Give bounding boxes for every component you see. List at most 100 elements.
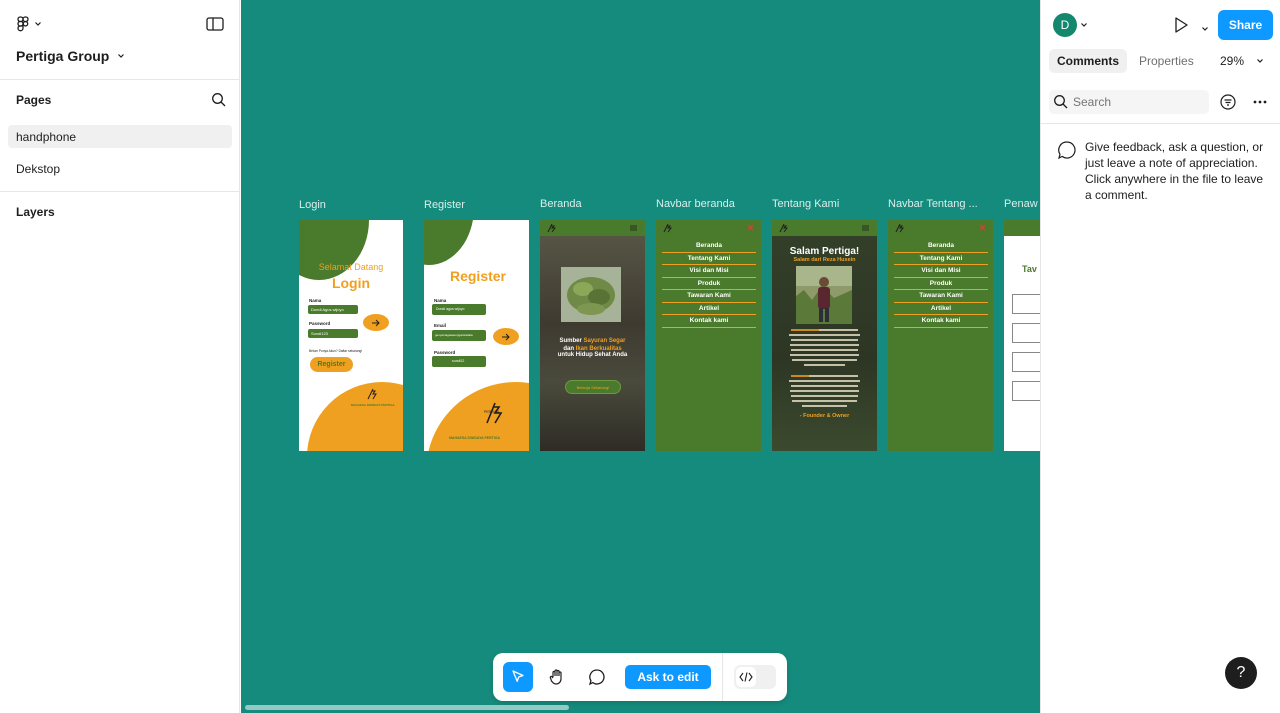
zoom-dropdown[interactable]: 29% [1220, 54, 1264, 68]
chevron-down-icon [1081, 23, 1087, 27]
frame-title-penawaran[interactable]: Penaw [1004, 198, 1038, 210]
frame-title-beranda[interactable]: Beranda [540, 198, 582, 210]
register-submit-button[interactable] [493, 328, 519, 345]
left-panel: Pertiga Group Pages handphone Dekstop La… [0, 0, 240, 713]
dev-mode-knob [736, 667, 756, 687]
frame-penawaran[interactable]: Tav [1004, 220, 1040, 451]
frame-navbar-beranda[interactable]: Beranda Tentang Kami Visi dan Misi Produk Ta… [656, 220, 761, 451]
hand-tool-button[interactable] [542, 662, 572, 692]
navbar-menu-item[interactable]: Produk [662, 278, 756, 290]
password-input[interactable]: sundi12 [432, 356, 486, 367]
name-label: Nama [434, 298, 447, 303]
register-button[interactable]: Register [310, 357, 353, 372]
present-button[interactable] [1173, 16, 1189, 39]
pages-heading: Pages [16, 93, 52, 107]
frame-register[interactable]: Register Nama Dondi agus wijoyo Email ge… [424, 220, 529, 451]
divider [1041, 123, 1280, 124]
page-item-dekstop[interactable]: Dekstop [8, 157, 232, 180]
navbar-menu: Beranda Tentang Kami Visi dan Misi Produk Ta… [894, 240, 988, 328]
navbar-menu-item[interactable]: Kontak kami [894, 315, 988, 328]
horizontal-scrollbar[interactable] [245, 705, 569, 710]
hamburger-icon[interactable] [862, 225, 869, 231]
comment-icon [588, 669, 605, 686]
pertiga-logo-icon [895, 223, 904, 233]
name-input[interactable]: Dondi Agus wijoyo [308, 305, 358, 314]
arrow-right-icon [372, 319, 380, 326]
frame-title-navbar-beranda[interactable]: Navbar beranda [656, 198, 735, 210]
user-menu-button[interactable]: D [1053, 13, 1088, 37]
about-subtitle: Salam dari Reza Husein [793, 257, 856, 263]
hero-line-1: Sumber Sayuran Segar [540, 338, 645, 344]
pertiga-logo-icon [547, 223, 556, 233]
register-button-label: Register [317, 361, 346, 368]
close-icon[interactable] [747, 224, 754, 231]
comment-tool-button[interactable] [582, 662, 612, 692]
sidebar-icon [206, 17, 224, 31]
navbar-menu-item[interactable]: Visi dan Misi [894, 265, 988, 278]
frame-title-navbar-tentang[interactable]: Navbar Tentang ... [888, 198, 978, 210]
close-icon[interactable] [979, 224, 986, 231]
navbar-menu-item[interactable]: Artikel [662, 303, 756, 315]
navbar-menu-item[interactable]: Tentang Kami [894, 253, 988, 265]
chevron-down-icon [35, 22, 41, 26]
offer-card [1012, 352, 1040, 372]
chevron-down-icon [1257, 59, 1263, 63]
divider [0, 79, 240, 80]
move-tool-button[interactable] [503, 662, 533, 692]
register-brand-text: MAHAESA DWIDAYA PERTIGA [449, 436, 501, 440]
name-label: Nama [309, 298, 322, 303]
frame-title-tentang-kami[interactable]: Tentang Kami [772, 198, 839, 210]
frame-beranda[interactable]: Sumber Sayuran Segar dan Ikan Berkualita… [540, 220, 645, 451]
present-options-button[interactable] [1201, 20, 1209, 38]
tab-comments[interactable]: Comments [1049, 49, 1128, 73]
help-button[interactable]: ? [1225, 657, 1257, 689]
navbar-menu-item[interactable]: Tentang Kami [662, 253, 756, 265]
project-name-button[interactable]: Pertiga Group [16, 48, 125, 64]
comment-bubble-icon [1058, 141, 1076, 160]
frame-navbar-tentang[interactable]: Beranda Tentang Kami Visi dan Misi Produk Ta… [888, 220, 993, 451]
email-label: Email [434, 323, 447, 328]
frame-title-login[interactable]: Login [299, 199, 326, 211]
share-label: Share [1228, 18, 1263, 32]
frame-title-register[interactable]: Register [424, 199, 465, 211]
email-input[interactable]: gexyamagasaunpgarstatiata [432, 330, 486, 341]
search-icon [212, 93, 226, 107]
share-button[interactable]: Share [1218, 10, 1273, 40]
search-input[interactable] [1073, 90, 1205, 114]
main-menu-button[interactable] [16, 16, 42, 32]
login-submit-button[interactable] [363, 314, 389, 331]
hamburger-icon[interactable] [630, 225, 637, 231]
shop-now-button[interactable]: Belanja Sekarang! [565, 380, 621, 394]
name-value: Dondi agus wijoyo [436, 307, 465, 311]
more-options-button[interactable] [1252, 94, 1268, 115]
navbar-menu-item[interactable]: Produk [894, 278, 988, 290]
navbar-menu-item[interactable]: Beranda [894, 240, 988, 253]
navbar-menu-item[interactable]: Artikel [894, 303, 988, 315]
offer-card [1012, 381, 1040, 401]
canvas[interactable]: Login Register Beranda Navbar beranda Te… [241, 0, 1040, 713]
zoom-level: 29% [1220, 54, 1245, 68]
navbar-menu: Beranda Tentang Kami Visi dan Misi Produk Ta… [662, 240, 756, 328]
navbar-menu-item[interactable]: Tawaran Kami [662, 290, 756, 303]
login-heading: Login [331, 275, 371, 291]
tab-properties[interactable]: Properties [1131, 49, 1202, 73]
comment-search[interactable] [1049, 90, 1209, 114]
frame-tentang-kami[interactable]: Salam Pertiga! Salam dari Reza Husein - … [772, 220, 877, 451]
navbar-menu-item[interactable]: Visi dan Misi [662, 265, 756, 278]
search-pages-button[interactable] [211, 92, 227, 113]
navbar-menu-item[interactable]: Tawaran Kami [894, 290, 988, 303]
dev-mode-toggle[interactable] [734, 665, 776, 689]
filter-button[interactable] [1220, 94, 1236, 115]
navbar-menu-item[interactable]: Kontak kami [662, 315, 756, 328]
ask-to-edit-button[interactable]: Ask to edit [625, 665, 711, 689]
page-item-handphone[interactable]: handphone [8, 125, 232, 148]
frame-login[interactable]: Selamat Datang Login Nama Dondi Agus wij… [299, 220, 403, 451]
pertiga-logo-icon [779, 223, 788, 233]
password-input[interactable]: Sondi123 [308, 329, 358, 338]
name-input[interactable]: Dondi agus wijoyo [432, 304, 486, 315]
name-value: Dondi Agus wijoyo [311, 307, 344, 312]
navbar-menu-item[interactable]: Beranda [662, 240, 756, 253]
frame-navbar [1004, 220, 1040, 236]
decor-orange-shape [426, 382, 529, 451]
toggle-sidebar-button[interactable] [206, 17, 224, 36]
